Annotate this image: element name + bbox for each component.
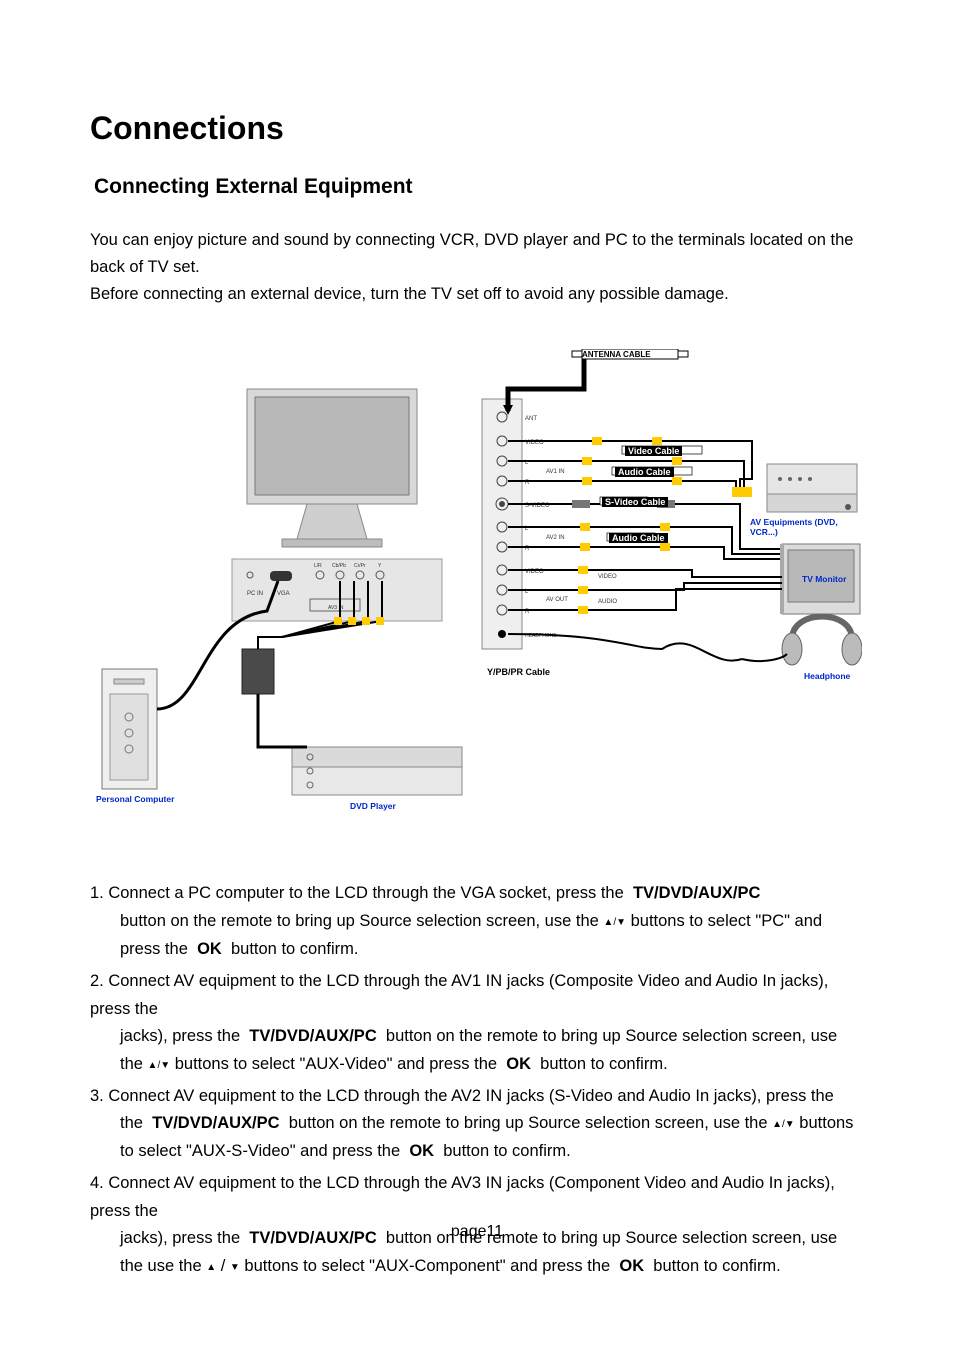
- svg-text:AV3 IN: AV3 IN: [328, 605, 344, 611]
- step-3: 3. Connect AV equipment to the LCD throu…: [90, 1082, 864, 1165]
- svg-text:AV2 IN: AV2 IN: [546, 535, 565, 541]
- label-pc: Personal Computer: [96, 794, 174, 804]
- port-stack: ANT VIDEO L R AV1 IN S-VIDEO L R AV2 IN …: [482, 399, 568, 649]
- label-av-equip: AV Equipments (DVD, VCR...): [750, 517, 862, 537]
- step-4-d: buttons to select "AUX-Component" and pr…: [244, 1257, 614, 1275]
- svg-text:ANT: ANT: [525, 416, 537, 422]
- up-arrow-icon: ▲: [148, 1057, 158, 1074]
- svg-text:AUDIO: AUDIO: [598, 599, 617, 605]
- label-ypbpr: Y/PB/PR Cable: [487, 667, 550, 677]
- down-arrow-icon: ▼: [785, 1116, 795, 1133]
- step-2-ok: OK: [506, 1055, 531, 1073]
- svg-text:PC IN: PC IN: [247, 591, 263, 597]
- up-arrow-icon: ▲: [206, 1259, 216, 1276]
- label-video-cable: Video Cable: [625, 446, 682, 456]
- step-2-f: button to confirm.: [540, 1055, 667, 1073]
- intro-line-1: You can enjoy picture and sound by conne…: [90, 231, 853, 276]
- step-4-f: button to confirm.: [653, 1257, 780, 1275]
- svg-text:VIDEO: VIDEO: [598, 574, 617, 580]
- page-number: page11: [0, 1223, 954, 1241]
- step-1-c: button on the remote to bring up Source …: [120, 912, 599, 930]
- connection-diagram: PC IN VGA L/R Cb/Pb Cr/Pr Y AV3 IN: [92, 349, 862, 819]
- step-2-btn: TV/DVD/AUX/PC: [249, 1027, 376, 1045]
- step-2: 2. Connect AV equipment to the LCD throu…: [90, 967, 864, 1078]
- svg-text:Cr/Pr: Cr/Pr: [354, 563, 366, 569]
- step-1-a: 1. Connect a PC computer to the LCD thro…: [90, 884, 628, 902]
- step-1-f: button to confirm.: [231, 940, 358, 958]
- label-audio-cable-2: Audio Cable: [609, 533, 668, 543]
- tv-front: [247, 389, 417, 547]
- label-headphone: Headphone: [804, 671, 850, 681]
- step-4-ok: OK: [619, 1257, 644, 1275]
- instruction-steps: 1. Connect a PC computer to the LCD thro…: [90, 879, 864, 1281]
- up-arrow-icon: ▲: [772, 1116, 782, 1133]
- down-arrow-icon: ▼: [616, 914, 626, 931]
- dvd-player: [292, 747, 462, 795]
- step-4-a: 4. Connect AV equipment to the LCD throu…: [90, 1174, 835, 1220]
- step-3-f: button to confirm.: [443, 1142, 570, 1160]
- svg-text:L/R: L/R: [314, 563, 322, 569]
- diagram-svg: PC IN VGA L/R Cb/Pb Cr/Pr Y AV3 IN: [92, 349, 862, 819]
- av-out-cables: VIDEO AUDIO: [508, 566, 782, 614]
- svg-text:VGA: VGA: [277, 591, 290, 597]
- step-1-btn: TV/DVD/AUX/PC: [633, 884, 760, 902]
- step-3-ok: OK: [409, 1142, 434, 1160]
- step-1: 1. Connect a PC computer to the LCD thro…: [90, 879, 864, 963]
- pc-tower: [102, 669, 157, 789]
- label-dvd-player: DVD Player: [350, 801, 396, 811]
- av-equipment: [767, 464, 857, 512]
- headphones: [508, 616, 862, 665]
- down-arrow-icon: ▼: [160, 1057, 170, 1074]
- label-svideo-cable: S-Video Cable: [602, 497, 668, 507]
- section-subtitle: Connecting External Equipment: [94, 175, 864, 199]
- step-2-d: buttons to select "AUX-Video" and press …: [175, 1055, 502, 1073]
- step-1-ok: OK: [197, 940, 222, 958]
- label-tv-monitor: TV Monitor: [802, 574, 846, 584]
- step-3-c: button on the remote to bring up Source …: [289, 1114, 772, 1132]
- svg-text:Cb/Pb: Cb/Pb: [332, 563, 346, 569]
- svg-text:AV1 IN: AV1 IN: [546, 469, 565, 475]
- up-arrow-icon: ▲: [603, 914, 613, 931]
- step-3-a: 3. Connect AV equipment to the LCD throu…: [90, 1087, 834, 1105]
- slash-icon: /: [216, 1257, 230, 1275]
- svg-text:AV OUT: AV OUT: [546, 597, 568, 603]
- page-title: Connections: [90, 110, 864, 147]
- intro-line-2: Before connecting an external device, tu…: [90, 285, 729, 303]
- label-audio-cable-1: Audio Cable: [615, 467, 674, 477]
- down-arrow-icon: ▼: [230, 1259, 240, 1276]
- label-antenna: ANTENNA CABLE: [582, 350, 651, 359]
- intro-text: You can enjoy picture and sound by conne…: [90, 227, 864, 309]
- step-3-btn: TV/DVD/AUX/PC: [152, 1114, 279, 1132]
